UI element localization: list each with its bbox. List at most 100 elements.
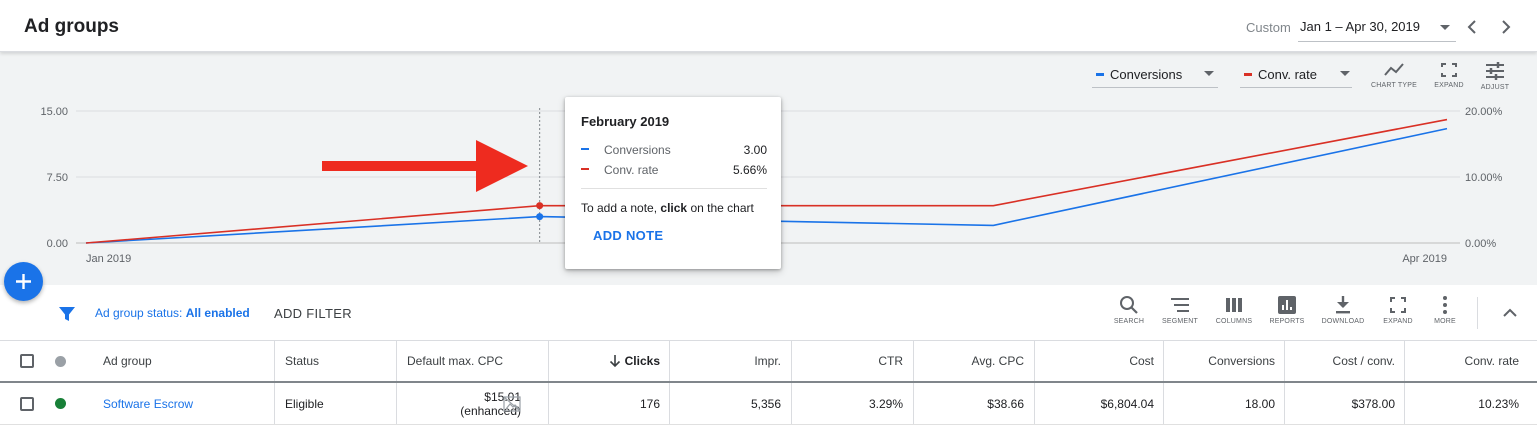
- expand-icon: [1441, 63, 1457, 77]
- tool-label: MORE: [1434, 318, 1456, 325]
- page-title: Ad groups: [24, 16, 119, 37]
- conversions-cell: 18.00: [1163, 383, 1284, 424]
- create-button[interactable]: [4, 262, 43, 301]
- chart-type-button[interactable]: CHART TYPE: [1368, 62, 1420, 98]
- column-label: Clicks: [624, 354, 660, 368]
- ctr-cell: 3.29%: [791, 383, 913, 424]
- tool-label: EXPAND: [1383, 318, 1413, 325]
- column-header-conversions[interactable]: Conversions: [1163, 341, 1284, 381]
- tool-label: CHART TYPE: [1371, 82, 1417, 89]
- line-chart-icon: [1384, 63, 1404, 76]
- plus-icon: [16, 274, 31, 289]
- divider: [1477, 297, 1478, 329]
- chart-tooltip: February 2019 Conversions 3.00 Conv. rat…: [565, 97, 781, 269]
- divider: [581, 188, 767, 189]
- column-header-conv-rate[interactable]: Conv. rate: [1404, 341, 1529, 381]
- column-header-status[interactable]: Status: [274, 341, 396, 381]
- y-tick-label-left: 0.00: [47, 238, 68, 250]
- filter-value: All enabled: [185, 306, 250, 320]
- row-checkbox[interactable]: [20, 396, 34, 411]
- segment-button[interactable]: SEGMENT: [1153, 295, 1207, 335]
- expand-icon: [1390, 297, 1406, 313]
- chevron-down-icon: [1440, 25, 1450, 30]
- table-row: Software Escrow Eligible $15.01 (enhance…: [0, 383, 1537, 425]
- tool-label: DOWNLOAD: [1321, 318, 1365, 325]
- date-range-value: Jan 1 – Apr 30, 2019: [1300, 19, 1420, 34]
- tooltip-note: To add a note, click on the chart: [581, 201, 754, 215]
- tune-icon: [1486, 62, 1504, 80]
- select-all-checkbox[interactable]: [20, 354, 34, 368]
- tool-label: REPORTS: [1269, 318, 1305, 325]
- y-tick-label-left: 15.00: [40, 106, 68, 118]
- tool-label: SEGMENT: [1161, 318, 1198, 325]
- reports-icon: [1278, 296, 1296, 314]
- status-dot[interactable]: [55, 355, 66, 367]
- chart-adjust-button[interactable]: ADJUST: [1469, 62, 1521, 98]
- series-swatch: [581, 168, 589, 170]
- tool-label: SEARCH: [1113, 318, 1145, 325]
- column-header-cost-per-conv[interactable]: Cost / conv.: [1284, 341, 1404, 381]
- row-checkbox-cell: [20, 383, 40, 424]
- status-dot-header: [55, 341, 69, 381]
- series-swatch: [581, 148, 589, 150]
- column-header-ctr[interactable]: CTR: [791, 341, 913, 381]
- segment-icon: [1171, 298, 1189, 312]
- avg-cpc-cell: $38.66: [913, 383, 1034, 424]
- expand-table-button[interactable]: EXPAND: [1371, 295, 1425, 335]
- x-tick-label: Apr 2019: [1402, 253, 1447, 265]
- reports-button[interactable]: REPORTS: [1260, 295, 1314, 335]
- status-cell: Eligible: [274, 383, 396, 424]
- y-tick-label-right: 20.00%: [1465, 106, 1503, 118]
- default-max-cpc-cell[interactable]: $15.01 (enhanced): [396, 383, 548, 424]
- column-header-cost[interactable]: Cost: [1034, 341, 1163, 381]
- chevron-left-icon[interactable]: [1462, 16, 1482, 38]
- arrow-down-icon: [609, 355, 620, 368]
- column-header-avg-cpc[interactable]: Avg. CPC: [913, 341, 1034, 381]
- column-header-impr[interactable]: Impr.: [669, 341, 791, 381]
- column-header-default-max-cpc[interactable]: Default max. CPC: [396, 341, 548, 381]
- filter-label: Ad group status:: [95, 306, 186, 320]
- ad-group-link[interactable]: Software Escrow: [103, 397, 193, 411]
- chevron-down-icon: [1204, 71, 1214, 76]
- chart-expand-button[interactable]: EXPAND: [1423, 62, 1475, 98]
- more-button[interactable]: MORE: [1418, 295, 1472, 335]
- chevron-up-icon[interactable]: [1500, 305, 1520, 319]
- filter-chip-status[interactable]: Ad group status: All enabled: [95, 306, 250, 320]
- chevron-down-icon: [1340, 71, 1350, 76]
- data-point: [536, 213, 544, 221]
- chevron-right-icon[interactable]: [1496, 16, 1516, 38]
- search-button[interactable]: SEARCH: [1102, 295, 1156, 335]
- impr-cell: 5,356: [669, 383, 791, 424]
- column-header-ad-group[interactable]: Ad group: [103, 341, 273, 381]
- download-button[interactable]: DOWNLOAD: [1316, 295, 1370, 335]
- conv-rate-cell: 10.23%: [1404, 383, 1529, 424]
- annotation-arrow-icon: [322, 140, 528, 192]
- filter-icon[interactable]: [58, 305, 76, 323]
- date-range-select[interactable]: Jan 1 – Apr 30, 2019: [1298, 12, 1456, 42]
- add-note-button[interactable]: ADD NOTE: [593, 228, 663, 243]
- tool-label: COLUMNS: [1215, 318, 1253, 325]
- status-dot[interactable]: [55, 398, 66, 409]
- cost-per-conv-cell: $378.00: [1284, 383, 1404, 424]
- columns-button[interactable]: COLUMNS: [1207, 295, 1261, 335]
- column-header-clicks[interactable]: Clicks: [548, 341, 669, 381]
- columns-icon: [1226, 298, 1242, 312]
- series-swatch: [1244, 73, 1252, 76]
- add-filter-button[interactable]: ADD FILTER: [274, 306, 352, 321]
- y-tick-label-right: 0.00%: [1465, 238, 1496, 250]
- metric-select-conv-rate[interactable]: Conv. rate: [1240, 62, 1352, 88]
- status-dot-cell: [55, 383, 69, 424]
- tooltip-label: Conv. rate: [604, 163, 659, 177]
- metric-select-conversions[interactable]: Conversions: [1092, 62, 1218, 88]
- metric-label: Conv. rate: [1258, 67, 1318, 82]
- clicks-cell: 176: [548, 383, 669, 424]
- tooltip-value: 3.00: [743, 143, 767, 157]
- more-icon: [1443, 296, 1447, 314]
- tooltip-label: Conversions: [604, 143, 671, 157]
- tooltip-value: 5.66%: [732, 163, 767, 177]
- page-header: Ad groups Custom Jan 1 – Apr 30, 2019: [0, 0, 1537, 52]
- metric-label: Conversions: [1110, 67, 1183, 82]
- ad-group-cell: Software Escrow: [103, 383, 273, 424]
- no-image-icon: [503, 396, 521, 412]
- date-range-label: Custom: [1246, 20, 1291, 35]
